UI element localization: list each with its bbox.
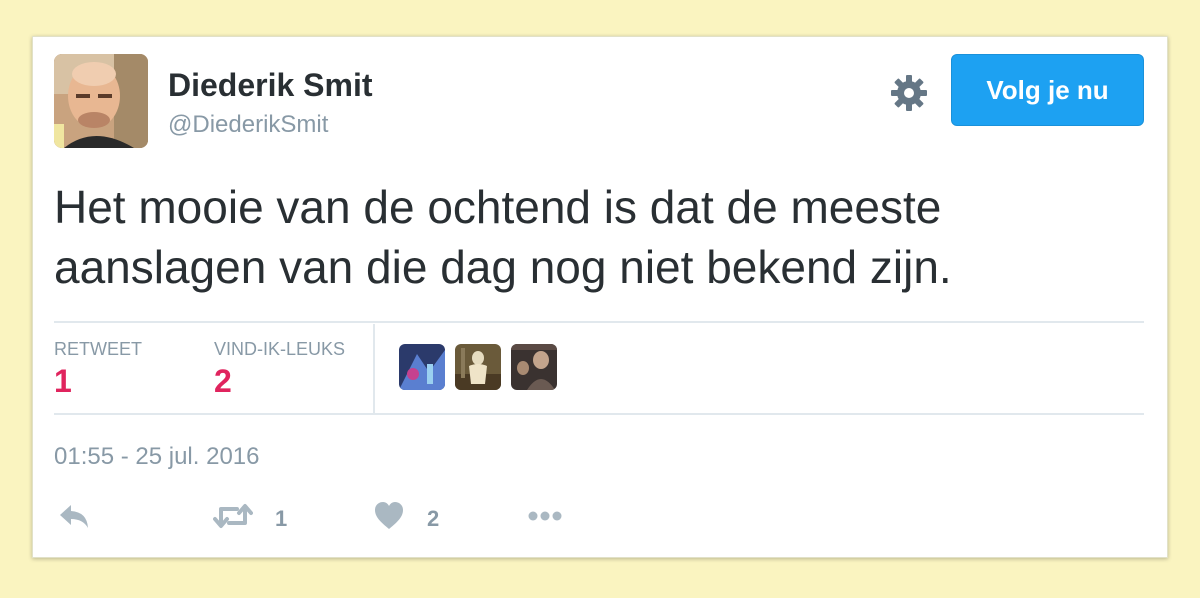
user-name[interactable]: Diederik Smit (168, 67, 373, 104)
like-count: 2 (427, 505, 440, 531)
likes-value[interactable]: 2 (214, 363, 232, 400)
retweet-icon[interactable] (213, 501, 253, 536)
gear-icon[interactable] (889, 73, 929, 113)
heart-icon[interactable] (373, 501, 405, 536)
divider-stats (373, 324, 375, 414)
avatar[interactable] (54, 54, 148, 148)
avatar-image (54, 54, 148, 148)
follow-button[interactable]: Volg je nu (951, 54, 1144, 126)
retweet-action[interactable]: 1 (213, 501, 287, 536)
tweet-text-line-1: Het mooie van de ochtend is dat de meest… (54, 181, 942, 233)
tweet-text: Het mooie van de ochtend is dat de meest… (54, 177, 1144, 297)
more-action[interactable] (525, 501, 565, 536)
divider-top (54, 321, 1144, 323)
liker-avatar-3[interactable] (511, 344, 557, 390)
likes-label[interactable]: VIND-IK-LEUKS (214, 339, 345, 360)
like-action[interactable]: 2 (373, 501, 439, 536)
tweet-card: Diederik Smit @DiederikSmit Volg je nu H… (32, 36, 1168, 558)
tweet-text-line-2: aanslagen van die dag nog niet bekend zi… (54, 241, 952, 293)
divider-bottom (54, 413, 1144, 415)
more-icon[interactable] (525, 501, 565, 536)
retweets-label[interactable]: RETWEET (54, 339, 142, 360)
user-handle[interactable]: @DiederikSmit (168, 111, 328, 139)
retweet-count: 1 (275, 505, 288, 531)
reply-icon[interactable] (57, 501, 91, 536)
liker-avatar-1[interactable] (399, 344, 445, 390)
liker-avatar-2[interactable] (455, 344, 501, 390)
timestamp[interactable]: 01:55 - 25 jul. 2016 (54, 443, 260, 471)
retweets-value[interactable]: 1 (54, 363, 72, 400)
reply-action[interactable] (57, 501, 91, 536)
